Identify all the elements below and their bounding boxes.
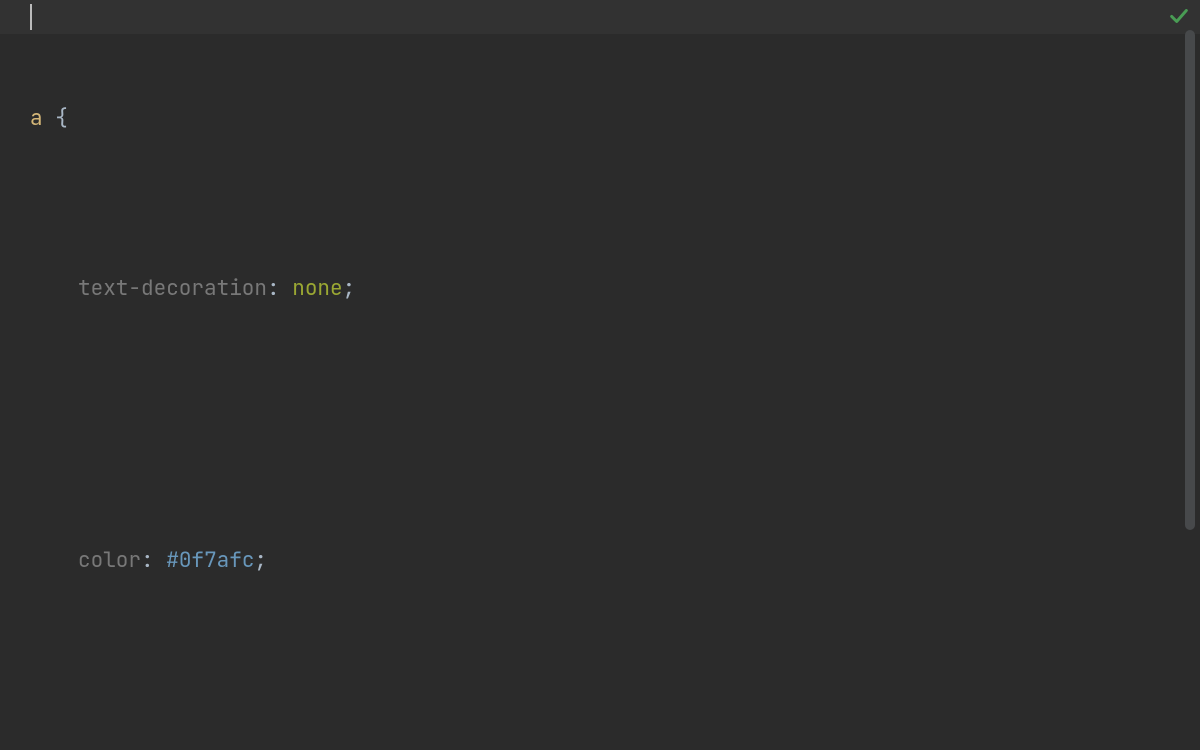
blank-line[interactable]	[30, 646, 1180, 680]
blank-line[interactable]	[30, 374, 1180, 408]
brace-open: {	[55, 105, 68, 132]
semicolon: ;	[254, 547, 267, 574]
css-property: color	[78, 547, 141, 574]
code-line[interactable]: text-decoration: none;	[30, 272, 1180, 306]
vertical-scrollbar[interactable]	[1185, 30, 1195, 530]
colon: :	[267, 275, 280, 302]
code-line[interactable]: a {	[30, 102, 1180, 136]
text-caret	[30, 4, 32, 30]
code-line[interactable]: color: #0f7afc;	[30, 544, 1180, 578]
css-property: text-decoration	[78, 275, 267, 302]
colon: :	[141, 547, 154, 574]
code-area[interactable]: a { text-decoration: none; color: #0f7af…	[0, 0, 1180, 750]
space	[154, 547, 167, 574]
hex-color: #0f7afc	[166, 547, 254, 574]
check-icon	[1168, 5, 1190, 27]
code-editor[interactable]: a { text-decoration: none; color: #0f7af…	[0, 0, 1200, 750]
selector-tag: a	[30, 105, 43, 132]
semicolon: ;	[343, 275, 356, 302]
space	[43, 105, 56, 132]
space	[280, 275, 293, 302]
css-value: none	[292, 275, 342, 302]
